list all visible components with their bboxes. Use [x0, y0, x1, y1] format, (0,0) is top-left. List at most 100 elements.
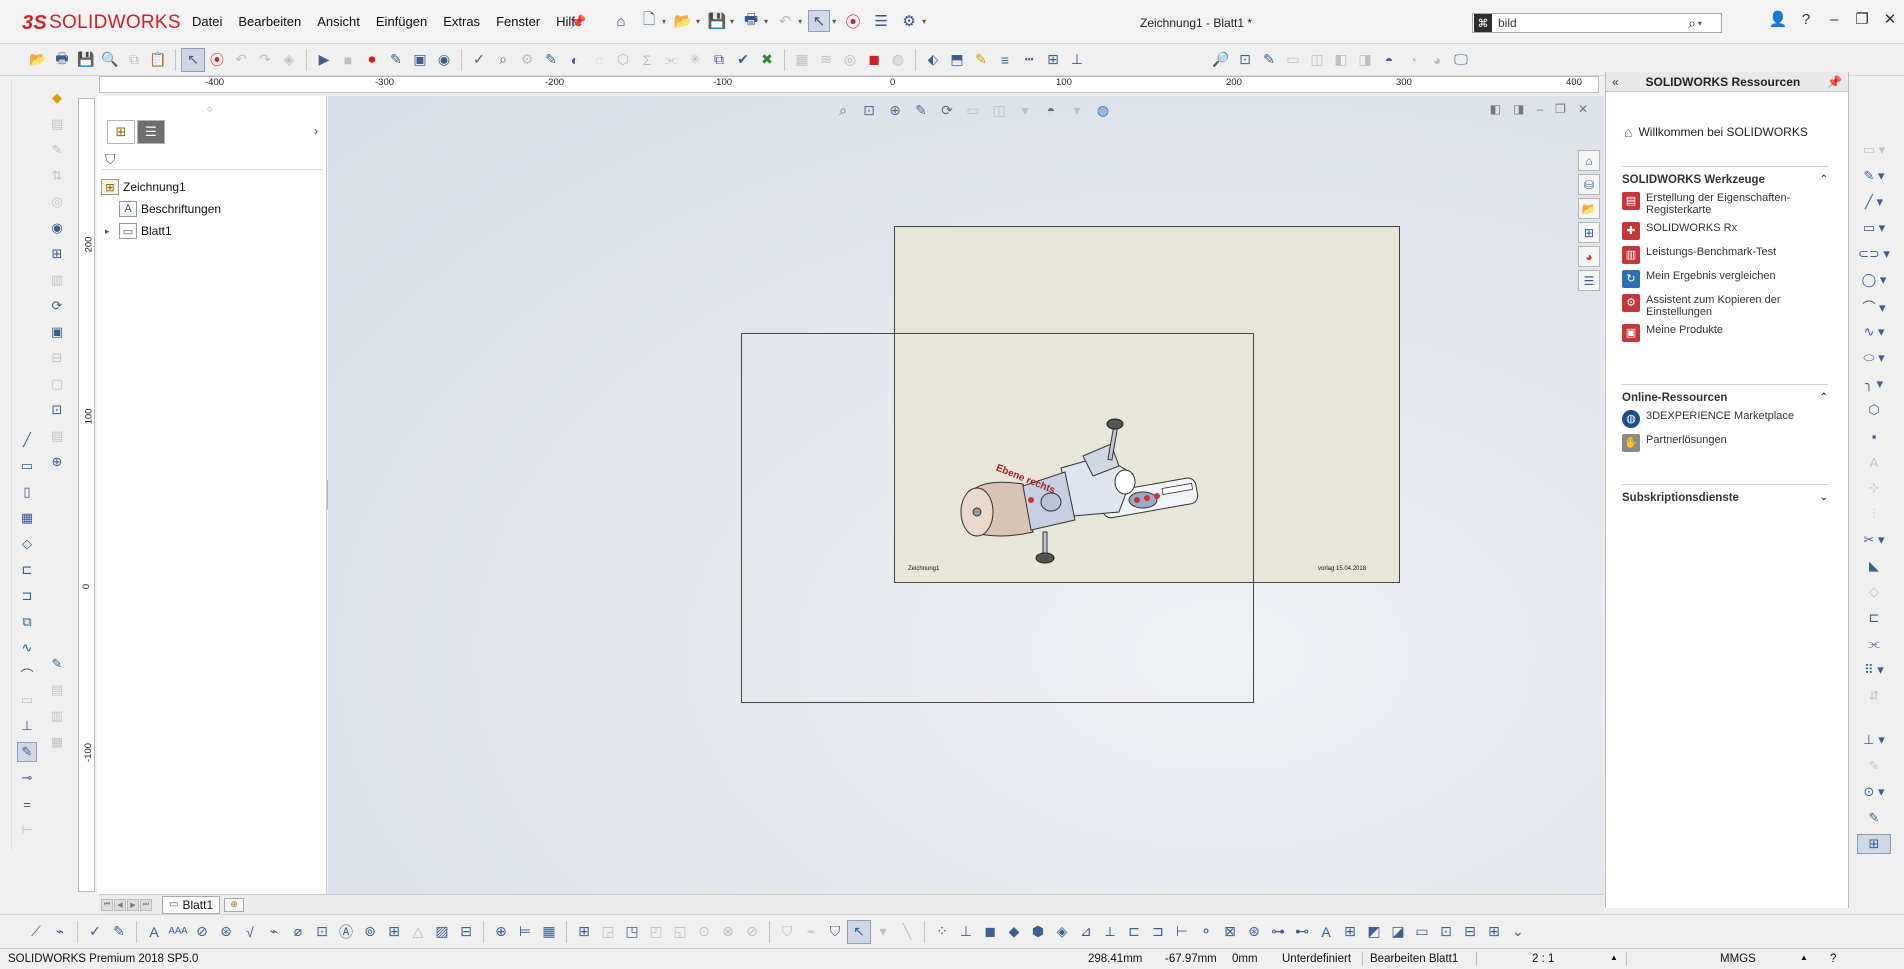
- select-cursor-icon[interactable]: ↖: [808, 10, 831, 32]
- select-dropdown-icon[interactable]: ▾: [832, 17, 836, 26]
- measure-tool-icon[interactable]: ⊿: [1074, 920, 1098, 944]
- weldment-icon[interactable]: ⚬: [1194, 920, 1218, 944]
- select-filter-icon[interactable]: ⌁: [799, 920, 823, 944]
- balloon-icon[interactable]: ◉: [47, 218, 67, 238]
- note-icon[interactable]: A: [142, 920, 166, 944]
- offset-icon[interactable]: ◇: [1857, 582, 1891, 602]
- display-style-icon[interactable]: ◫: [989, 100, 1009, 120]
- status-scale[interactable]: 2 : 1: [1532, 953, 1554, 965]
- menu-extras[interactable]: Extras: [435, 14, 488, 29]
- first-sheet-icon[interactable]: ⏮: [101, 898, 113, 911]
- collapse-pane-icon[interactable]: «: [1612, 75, 1619, 89]
- new-document-icon[interactable]: 🗋: [638, 10, 660, 32]
- general-table-icon[interactable]: ▦: [47, 732, 67, 752]
- chamfer-icon[interactable]: ⊐: [1146, 920, 1170, 944]
- undo-dropdown-icon[interactable]: ▾: [798, 17, 802, 26]
- prev-sheet-icon[interactable]: ◀: [114, 898, 126, 911]
- status-units[interactable]: MMGS: [1720, 953, 1756, 965]
- box-icon[interactable]: ◼: [978, 920, 1002, 944]
- edit-sketch-icon[interactable]: ✎: [539, 48, 563, 72]
- construction-icon[interactable]: ⫶: [1857, 504, 1891, 524]
- viewport-close-icon[interactable]: ✕: [1578, 102, 1588, 116]
- rectangle-icon[interactable]: ▭: [17, 456, 37, 476]
- auto-balloon-icon[interactable]: ⊛: [214, 920, 238, 944]
- sketch-entity-icon[interactable]: ✎ ▾: [1857, 166, 1891, 186]
- units-up-arrow-icon[interactable]: ▲: [1800, 953, 1808, 962]
- line-style-icon[interactable]: ≋: [814, 48, 838, 72]
- slot-icon[interactable]: ⊂⊃ ▾: [1857, 244, 1891, 264]
- move-entities-icon[interactable]: ⫘: [1857, 634, 1891, 654]
- spell-check-icon[interactable]: ✓: [83, 920, 107, 944]
- link-partner-solutions[interactable]: ✋ Partnerlösungen: [1622, 434, 1828, 452]
- file-properties-icon[interactable]: ☰: [870, 10, 892, 32]
- fillet-icon[interactable]: ╮ ▾: [1857, 374, 1891, 394]
- table-anchor-icon[interactable]: ⊞: [1338, 920, 1362, 944]
- sketch-icon[interactable]: ✎: [911, 100, 931, 120]
- format-painter-icon[interactable]: ✎: [107, 920, 131, 944]
- zoom-area-icon[interactable]: ⊡: [1233, 48, 1257, 72]
- shell-icon[interactable]: ◈: [1050, 920, 1074, 944]
- graphics-area[interactable]: ⌕ ⊡ ⊕ ✎ ⟳ ▭ ◫ ▾ ◓ ▾ ◍ ◧ ◨ – ❐ ✕: [328, 96, 1604, 894]
- slot-tool-icon[interactable]: ⊏: [1122, 920, 1146, 944]
- view-settings-globe-icon[interactable]: ◍: [1093, 100, 1113, 120]
- redo-icon[interactable]: ↷: [253, 48, 277, 72]
- line-weight-icon[interactable]: ▭: [1410, 920, 1434, 944]
- viewport-minimize-icon[interactable]: –: [1536, 102, 1543, 116]
- datum-feature-icon[interactable]: Ⓐ: [334, 920, 358, 944]
- mirror-icon[interactable]: ⫘: [659, 48, 683, 72]
- edit-appearance-icon[interactable]: ◕: [1425, 48, 1449, 72]
- slot-icon[interactable]: ▯: [17, 482, 37, 502]
- color-display-icon[interactable]: ⊥: [1065, 48, 1089, 72]
- bom-icon[interactable]: ▥: [47, 706, 67, 726]
- hole-callout-icon[interactable]: ⊟: [47, 348, 67, 368]
- user-icon[interactable]: 👤: [1764, 10, 1792, 28]
- print-preview-icon[interactable]: 🔍: [98, 48, 122, 72]
- balloon-icon[interactable]: ⊘: [190, 920, 214, 944]
- center-mark-icon[interactable]: ⊕: [47, 452, 67, 472]
- revision-icon[interactable]: ▤: [47, 680, 67, 700]
- scale-up-arrow-icon[interactable]: ▲: [1610, 953, 1618, 962]
- convert-icon[interactable]: ⧉: [17, 612, 37, 632]
- weld-symbol-icon[interactable]: ⌁: [262, 920, 286, 944]
- line-style-icon[interactable]: ┅: [1017, 48, 1041, 72]
- tab-property-manager[interactable]: ☰: [137, 120, 165, 144]
- centerline-icon[interactable]: ⊹: [1857, 478, 1891, 498]
- spline-icon[interactable]: ∿ ▾: [1857, 322, 1891, 342]
- link-copy-settings-wizard[interactable]: ⚙ Assistent zum Kopieren der Einstellung…: [1622, 294, 1828, 318]
- search-dropdown-icon[interactable]: ▾: [1698, 19, 1702, 28]
- dimension-icon[interactable]: ⊸: [17, 768, 37, 788]
- fix-icon[interactable]: ⊢: [17, 820, 37, 840]
- annotation-link-icon[interactable]: ⊷: [1290, 920, 1314, 944]
- grid-icon[interactable]: ▦: [17, 508, 37, 528]
- undo-icon[interactable]: ↶: [229, 48, 253, 72]
- solidworks-logo[interactable]: 3S SOLIDWORKS: [22, 10, 181, 36]
- projected-view-icon[interactable]: ◳: [620, 920, 644, 944]
- datum-target-icon[interactable]: ⊡: [47, 400, 67, 420]
- hide-show-icon[interactable]: ▾: [1015, 100, 1035, 120]
- detail-view-icon[interactable]: ◧: [1329, 48, 1353, 72]
- custom-properties-icon[interactable]: ☰: [1578, 270, 1600, 291]
- macro-edit-icon[interactable]: ✎: [384, 48, 408, 72]
- search-icon[interactable]: ⌕: [1688, 15, 1696, 32]
- section-view-icon[interactable]: ◱: [668, 920, 692, 944]
- close-icon[interactable]: ✕: [1876, 10, 1904, 28]
- welcome-link[interactable]: ⌂ Willkommen bei SOLIDWORKS: [1624, 124, 1808, 140]
- assembly-model-view[interactable]: [943, 416, 1243, 596]
- line-tool-icon[interactable]: ╲: [895, 920, 919, 944]
- blocks-icon[interactable]: ⊞: [382, 920, 406, 944]
- repair-sketch-icon[interactable]: ✎: [1857, 756, 1891, 776]
- broken-view-icon[interactable]: ◨: [1353, 48, 1377, 72]
- undo-icon[interactable]: ↶: [774, 10, 796, 32]
- feature-icon[interactable]: ⬡: [611, 48, 635, 72]
- expand-arrow-icon[interactable]: ▸: [105, 226, 119, 237]
- layer-icon[interactable]: ◩: [1362, 920, 1386, 944]
- rotate-icon[interactable]: ⟳: [937, 100, 957, 120]
- section-header[interactable]: Subskriptionsdienste ⌄: [1622, 484, 1828, 504]
- smart-dimension-icon[interactable]: ◐: [563, 48, 587, 72]
- note-icon[interactable]: ◎: [47, 192, 67, 212]
- model-items-icon[interactable]: ▤: [47, 114, 67, 134]
- convert-entities-icon[interactable]: ◣: [1857, 556, 1891, 576]
- select-cursor-icon[interactable]: ↖: [847, 919, 871, 944]
- datum-target-icon[interactable]: ⊚: [358, 920, 382, 944]
- filter-icon[interactable]: ⛉: [105, 151, 116, 168]
